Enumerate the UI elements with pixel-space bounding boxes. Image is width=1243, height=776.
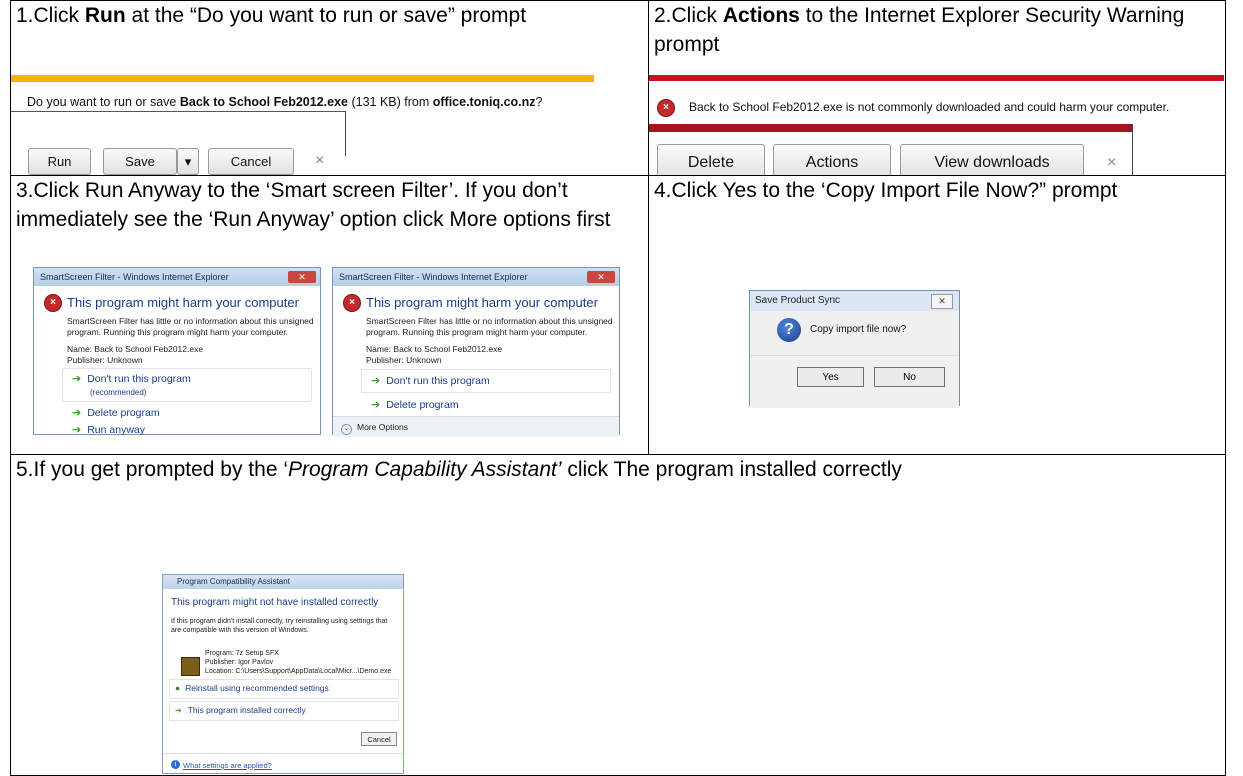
no-button[interactable]: No [874, 367, 945, 387]
divider [345, 111, 346, 156]
divider [163, 753, 403, 754]
smartscreen-dialog-more-options: SmartScreen Filter - Windows Internet Ex… [332, 267, 620, 437]
reinstall-option[interactable]: ● Reinstall using recommended settings [175, 683, 329, 693]
cancel-button[interactable]: Cancel [208, 148, 294, 175]
green-arrow-icon: ➔ [371, 375, 381, 387]
info-icon: i [171, 760, 180, 769]
step1-text: 1.Click Run at the “Do you want to run o… [16, 4, 527, 27]
dont-run-option[interactable]: ➔ Don't run this program [72, 372, 191, 385]
divider [11, 111, 346, 112]
step1-cell: 1.Click Run at the “Do you want to run o… [10, 0, 649, 176]
shield-warning-icon: × [657, 99, 675, 117]
save-button[interactable]: Save [103, 148, 177, 175]
program-info: Name: Back to School Feb2012.exe Publishe… [366, 344, 503, 365]
dont-run-option[interactable]: ➔ Don't run this program [371, 374, 490, 387]
delete-program-option[interactable]: ➔ Delete program [72, 406, 160, 419]
actions-button[interactable]: Actions [773, 144, 891, 175]
yes-button[interactable]: Yes [797, 367, 864, 387]
dialog-titlebar: Program Compatibility Assistant [163, 575, 403, 589]
installed-correctly-option[interactable]: ➔ This program installed correctly [175, 705, 306, 715]
dialog-heading: This program might not have installed co… [171, 597, 379, 608]
dialog-titlebar: SmartScreen Filter - Windows Internet Ex… [333, 268, 619, 286]
program-icon [181, 657, 200, 676]
download-bar-accent [11, 75, 594, 82]
green-arrow-icon: ➔ [175, 706, 182, 715]
program-info: Name: Back to School Feb2012.exe Publishe… [67, 344, 204, 365]
dialog-titlebar: Save Product Sync ✕ [750, 291, 959, 311]
delete-button[interactable]: Delete [657, 144, 765, 175]
green-arrow-icon: ➔ [72, 424, 82, 436]
shield-warning-icon: × [343, 294, 361, 312]
dialog-titlebar: SmartScreen Filter - Windows Internet Ex… [34, 268, 320, 286]
run-button[interactable]: Run [28, 148, 91, 175]
cancel-button[interactable]: Cancel [361, 732, 397, 746]
step2-cell: 2.Click Actions to the Internet Explorer… [648, 0, 1226, 176]
green-arrow-icon: ➔ [72, 407, 82, 419]
security-warning-text: Back to School Feb2012.exe is not common… [689, 100, 1170, 114]
dialog-body: SmartScreen Filter has little or no info… [67, 316, 314, 337]
settings-link[interactable]: What settings are applied? [183, 761, 272, 770]
smartscreen-dialog: SmartScreen Filter - Windows Internet Ex… [33, 267, 321, 436]
dialog-heading: This program might harm your computer [67, 295, 299, 310]
save-product-sync-dialog: Save Product Sync ✕ ? Copy import file no… [749, 290, 960, 408]
step3-text: 3.Click Run Anyway to the ‘Smart screen … [16, 179, 611, 231]
shield-warning-icon: × [44, 294, 62, 312]
program-compatibility-dialog: Program Compatibility Assistant This pro… [162, 574, 404, 774]
divider [1132, 124, 1133, 175]
dialog-message: Copy import file now? [810, 324, 907, 335]
green-arrow-icon: ➔ [72, 373, 82, 385]
security-bar-accent [649, 75, 1224, 81]
close-icon[interactable]: ✕ [587, 271, 615, 283]
recommended-label: (recommended) [90, 388, 147, 397]
instruction-document: 1.Click Run at the “Do you want to run o… [0, 0, 1243, 776]
dialog-body: If this program didn't install correctly… [171, 618, 388, 634]
close-icon[interactable]: ✕ [288, 271, 316, 283]
close-icon[interactable]: × [315, 152, 324, 170]
step4-text: 4.Click Yes to the ‘Copy Import File Now… [654, 179, 1118, 202]
dialog-heading: This program might harm your computer [366, 295, 598, 310]
close-icon[interactable]: ✕ [931, 294, 953, 309]
dialog-body: SmartScreen Filter has little or no info… [366, 316, 613, 337]
save-dropdown-button[interactable]: ▾ [177, 148, 199, 175]
program-info: Program: 7z Setup SFX Publisher: Igor Pav… [205, 650, 392, 675]
green-arrow-icon: ➔ [371, 399, 381, 411]
question-icon: ? [777, 318, 801, 342]
view-downloads-button[interactable]: View downloads [900, 144, 1084, 175]
delete-program-option[interactable]: ➔ Delete program [371, 398, 459, 411]
security-bar-accent [649, 124, 1132, 132]
close-icon[interactable]: × [1107, 154, 1116, 172]
step3-cell: 3.Click Run Anyway to the ‘Smart screen … [10, 175, 649, 455]
step5-text: 5.If you get prompted by the ‘Program Ca… [16, 458, 902, 481]
download-prompt-text: Do you want to run or save Back to Schoo… [27, 95, 543, 109]
shield-icon: ● [175, 683, 181, 693]
chevron-down-icon: ⌄ [341, 424, 352, 435]
run-anyway-option[interactable]: ➔ Run anyway [72, 423, 145, 436]
step2-text: 2.Click Actions to the Internet Explorer… [654, 4, 1185, 56]
more-options-toggle[interactable]: ⌄ More Options [341, 422, 408, 435]
